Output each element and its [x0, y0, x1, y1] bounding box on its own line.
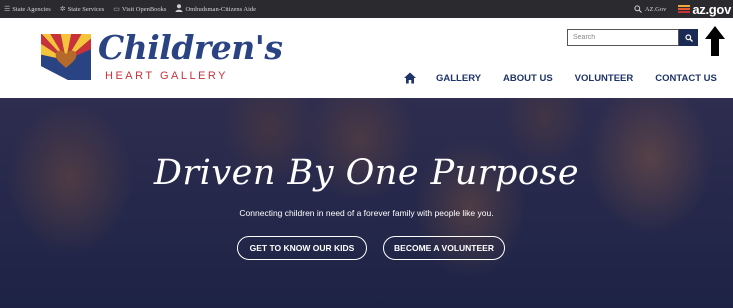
- nav-gallery[interactable]: GALLERY: [436, 73, 481, 84]
- search-icon: [634, 5, 642, 13]
- openbooks-label: Visit OpenBooks: [121, 5, 167, 13]
- arizona-flag-heart-icon: [41, 34, 91, 80]
- azgov-logo-text: az.gov: [692, 1, 731, 17]
- arrow-up-icon: [705, 26, 725, 56]
- get-to-know-kids-button[interactable]: GET TO KNOW OUR KIDS: [237, 236, 367, 260]
- site-header: Children's HEART GALLERY GALLERY ABOUT U…: [0, 18, 733, 98]
- hero-banner: Driven By One Purpose Connecting childre…: [0, 98, 733, 308]
- hero-buttons: GET TO KNOW OUR KIDS BECOME A VOLUNTEER: [237, 236, 505, 260]
- state-agencies-link[interactable]: ☰ State Agencies: [4, 4, 51, 13]
- state-services-label: State Services: [67, 5, 105, 13]
- childrens-heart-gallery-logo[interactable]: Children's HEART GALLERY: [38, 26, 283, 86]
- topbar-right: AZ.Gov az.gov: [634, 0, 731, 18]
- state-services-link[interactable]: ✲ State Services: [59, 4, 105, 13]
- gear-icon: ✲: [59, 4, 66, 13]
- ombudsman-link[interactable]: Ombudsman-Citizens Aide: [175, 4, 256, 14]
- search-button[interactable]: [679, 29, 698, 46]
- nav-about-us[interactable]: ABOUT US: [503, 73, 553, 84]
- list-icon: ☰: [4, 4, 11, 13]
- hero-title: Driven By One Purpose: [153, 153, 580, 193]
- home-icon[interactable]: [404, 72, 416, 84]
- become-volunteer-button[interactable]: BECOME A VOLUNTEER: [383, 236, 505, 260]
- nav-volunteer[interactable]: VOLUNTEER: [575, 73, 634, 84]
- nav-contact-us[interactable]: CONTACT US: [655, 73, 717, 84]
- search-form: [567, 29, 698, 46]
- hero-subtitle: Connecting children in need of a forever…: [239, 208, 494, 218]
- logo-wordmark: Children's: [98, 28, 283, 67]
- state-links: ☰ State Agencies ✲ State Services ▭ Visi…: [0, 4, 265, 14]
- person-icon: [175, 4, 183, 14]
- logo-subtitle: HEART GALLERY: [105, 70, 228, 82]
- book-icon: ▭: [113, 4, 120, 13]
- openbooks-link[interactable]: ▭ Visit OpenBooks: [113, 4, 167, 13]
- search-icon: [684, 33, 693, 42]
- state-agencies-label: State Agencies: [12, 5, 51, 13]
- search-input[interactable]: [567, 29, 679, 46]
- azgov-link-label: AZ.Gov: [644, 5, 667, 13]
- sunburst-icon: [678, 5, 691, 13]
- state-top-bar: ☰ State Agencies ✲ State Services ▭ Visi…: [0, 0, 733, 18]
- main-nav: GALLERY ABOUT US VOLUNTEER CONTACT US: [404, 72, 717, 84]
- azgov-logo[interactable]: az.gov: [678, 2, 731, 17]
- azgov-search-link[interactable]: AZ.Gov: [634, 5, 666, 13]
- hero-content: Driven By One Purpose Connecting childre…: [0, 98, 733, 308]
- ombudsman-label: Ombudsman-Citizens Aide: [185, 5, 257, 13]
